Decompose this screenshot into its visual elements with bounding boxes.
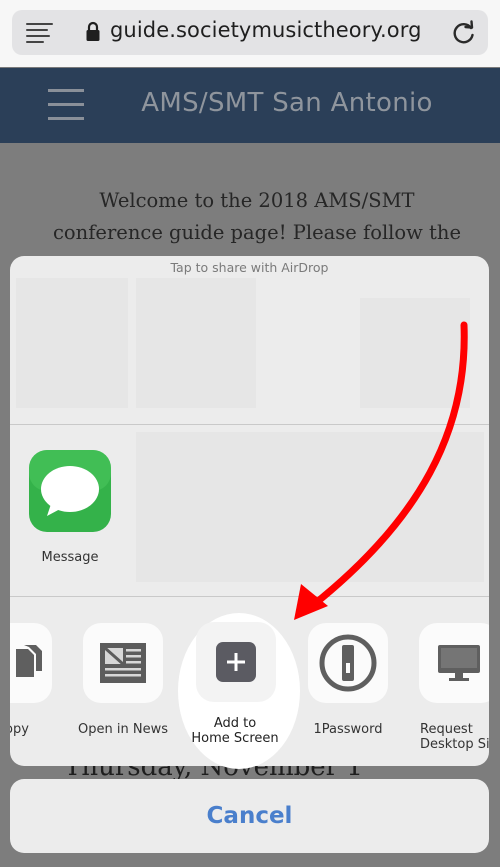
add-to-home-screen-action-tile[interactable] (196, 622, 276, 702)
open-in-news-label: Open in News (78, 722, 168, 737)
add-to-home-screen-label: Add to Home Screen (178, 716, 292, 746)
request-desktop-site-action-tile[interactable] (419, 623, 489, 703)
site-title: AMS/SMT San Antonio (141, 88, 433, 118)
apps-placeholder (136, 432, 484, 582)
news-icon (100, 643, 146, 683)
add-to-home-screen-text: Add to Home Screen (191, 716, 279, 746)
address-bar[interactable]: guide.societymusictheory.org (12, 10, 488, 55)
add-plus-icon (216, 642, 256, 682)
open-in-news-action-tile[interactable] (83, 623, 163, 703)
desktop-icon (438, 645, 480, 681)
copy-icon (16, 645, 42, 677)
airdrop-placeholder (360, 298, 470, 408)
reader-view-icon[interactable] (26, 23, 53, 43)
airdrop-placeholder (16, 278, 128, 408)
onepassword-action-tile[interactable] (308, 623, 388, 703)
lock-icon (86, 21, 100, 41)
apps-row: Message (10, 424, 489, 596)
copy-action-tile[interactable] (10, 623, 52, 703)
onepassword-icon (319, 634, 377, 692)
airdrop-area[interactable] (10, 278, 489, 424)
cancel-label: Cancel (206, 803, 293, 829)
site-header: AMS/SMT San Antonio (0, 68, 500, 143)
copy-action-label: opy (10, 722, 29, 737)
cancel-button[interactable]: Cancel (10, 779, 489, 853)
message-app-label: Message (41, 550, 99, 565)
browser-toolbar: guide.societymusictheory.org (0, 0, 500, 67)
request-desktop-site-label: Request Desktop Sit (420, 722, 489, 752)
messages-icon[interactable] (29, 450, 111, 532)
reload-icon[interactable] (451, 20, 477, 46)
airdrop-placeholder (136, 278, 256, 408)
url-text[interactable]: guide.societymusictheory.org (110, 18, 422, 42)
airdrop-hint: Tap to share with AirDrop (170, 260, 329, 275)
onepassword-label: 1Password (313, 722, 383, 737)
